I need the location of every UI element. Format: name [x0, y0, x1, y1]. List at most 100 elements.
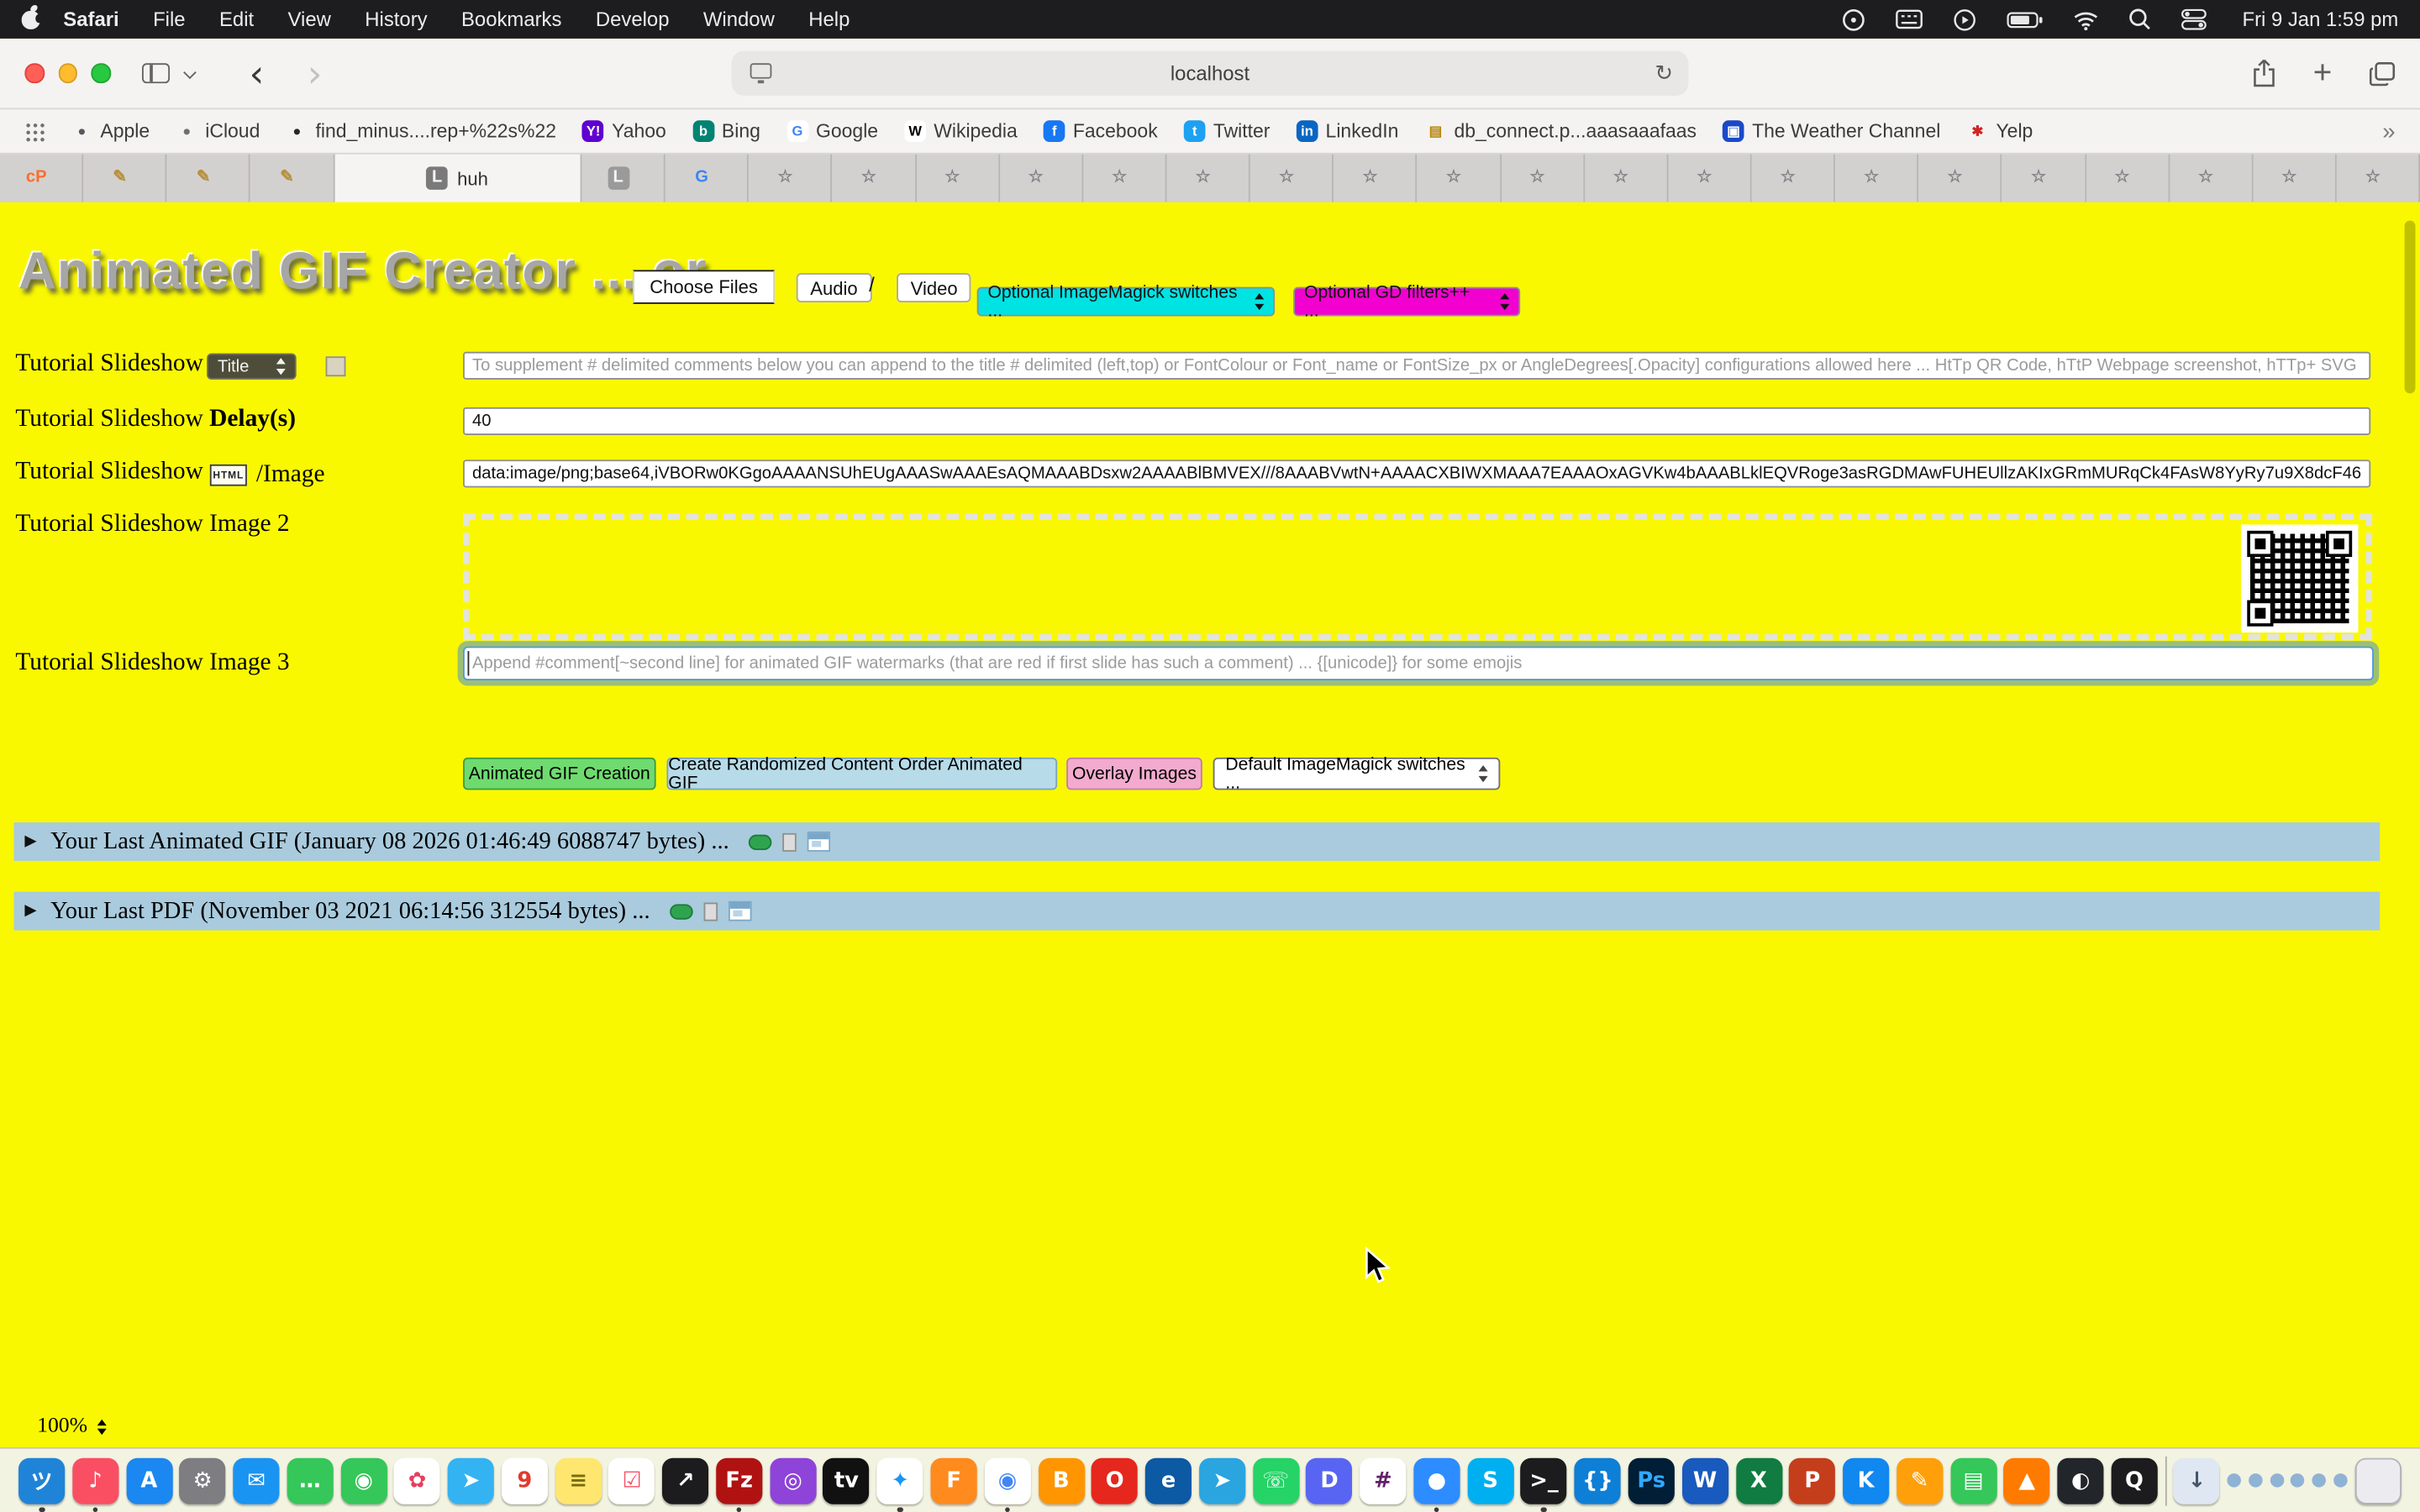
spotlight-icon[interactable] [2128, 8, 2152, 31]
dock-vlc[interactable]: ▲ [2004, 1457, 2050, 1504]
randomized-gif-button[interactable]: Create Randomized Content Order Animated… [666, 758, 1057, 790]
reload-icon[interactable]: ↻ [1655, 61, 1673, 86]
favorite-google[interactable]: G Google [786, 120, 878, 142]
dock-skype[interactable]: S [1467, 1457, 1513, 1504]
tab-blank[interactable]: ☆ [1166, 155, 1249, 202]
colour-well-button[interactable] [326, 356, 346, 376]
overlay-images-button[interactable]: Overlay Images [1066, 758, 1202, 790]
dock-powerpoint[interactable]: P [1789, 1457, 1835, 1504]
menu-view[interactable]: View [271, 8, 348, 31]
back-button[interactable]: ‹ [228, 58, 286, 89]
tab-editor[interactable]: ✎ [167, 155, 250, 202]
dock-messages[interactable]: … [287, 1457, 333, 1504]
address-bar[interactable]: localhost ↻ [732, 51, 1689, 96]
tab-blank[interactable]: ☆ [1334, 155, 1417, 202]
video-button[interactable]: Video [897, 273, 971, 302]
tab-blank[interactable]: ☆ [1668, 155, 1751, 202]
delay-input[interactable] [463, 407, 2370, 435]
favorite-wikipedia[interactable]: W Wikipedia [904, 120, 1017, 142]
vertical-scrollbar[interactable] [2405, 221, 2416, 394]
tab-blank[interactable]: ☆ [2170, 155, 2253, 202]
close-window-button[interactable] [24, 64, 44, 83]
dock-maps[interactable]: ➤ [448, 1457, 494, 1504]
dock-slack[interactable]: # [1360, 1457, 1406, 1504]
sidebar-toggle-icon[interactable] [141, 63, 169, 83]
favorite-db-connect[interactable]: ▤ db_connect.p...aaasaaafaas [1425, 120, 1697, 142]
menu-bookmarks[interactable]: Bookmarks [445, 8, 579, 31]
favorite-weather-channel[interactable]: ▣ The Weather Channel [1723, 120, 1940, 142]
dock-notes[interactable]: ≡ [555, 1457, 602, 1504]
image3-comment-input[interactable] [463, 647, 2374, 680]
menu-bar-clock[interactable]: Fri 9 Jan 1:59 pm [2242, 8, 2398, 31]
dock-filezilla[interactable]: Fz [716, 1457, 762, 1504]
dock-telegram[interactable]: ➤ [1199, 1457, 1245, 1504]
tab-blank[interactable]: ☆ [1752, 155, 1835, 202]
page-zoom-select[interactable]: 100% [37, 1415, 106, 1439]
battery-icon[interactable] [2006, 10, 2043, 29]
dock-chrome[interactable]: ◉ [984, 1457, 1030, 1504]
dock-obs[interactable]: ◐ [2058, 1457, 2104, 1504]
tab-blank[interactable]: ☆ [833, 155, 916, 202]
dock-facetime[interactable]: ◉ [340, 1457, 387, 1504]
share-icon[interactable] [2251, 59, 2275, 88]
small-file-icon[interactable] [783, 832, 797, 851]
last-pdf-accordion[interactable]: ▶ Your Last PDF (November 03 2021 06:14:… [14, 892, 2381, 931]
tab-blank[interactable]: ☆ [1835, 155, 1918, 202]
dock-excel[interactable]: X [1735, 1457, 1781, 1504]
favorite-bing[interactable]: b Bing [692, 120, 760, 142]
dock-vscode[interactable]: {} [1575, 1457, 1621, 1504]
tab-blank[interactable]: ☆ [1501, 155, 1584, 202]
dock-quicktime[interactable]: Q [2111, 1457, 2157, 1504]
menu-window[interactable]: Window [687, 8, 792, 31]
tab-blank[interactable]: ☆ [2002, 155, 2086, 202]
title-select[interactable]: Title [207, 354, 297, 380]
now-playing-icon[interactable] [1952, 7, 1976, 31]
new-tab-button[interactable]: + [2313, 60, 2333, 87]
dock-photoshop[interactable]: Ps [1628, 1457, 1675, 1504]
status-badge-icon[interactable] [1841, 7, 1865, 31]
menu-help[interactable]: Help [792, 8, 867, 31]
dock-window-dot[interactable] [2270, 1473, 2284, 1488]
favorite-facebook[interactable]: f Facebook [1044, 120, 1158, 142]
image-data-uri-input[interactable] [463, 459, 2370, 487]
dock-mail[interactable]: ✉ [233, 1457, 279, 1504]
dock-finder[interactable]: ツ [18, 1457, 65, 1504]
audio-button[interactable]: Audio [797, 273, 871, 302]
tab-blank[interactable]: ☆ [1083, 155, 1166, 202]
tab-cpanel[interactable]: cP [0, 155, 83, 202]
favorite-twitter[interactable]: t Twitter [1184, 120, 1270, 142]
dock-window-dot[interactable] [2228, 1473, 2242, 1488]
tab-blank[interactable]: ☆ [1585, 155, 1668, 202]
menu-file[interactable]: File [136, 8, 203, 31]
dock-settings[interactable]: ⚙ [180, 1457, 226, 1504]
tab-l[interactable]: L [581, 155, 665, 202]
dock-window-dot[interactable] [2249, 1473, 2263, 1488]
favorite-apple[interactable]: ● Apple [71, 120, 150, 142]
thumbnail-icon[interactable] [729, 901, 752, 921]
dock-numbers[interactable]: ▤ [1950, 1457, 1996, 1504]
dock-window-dot[interactable] [2291, 1473, 2306, 1488]
tab-blank[interactable]: ☆ [1418, 155, 1501, 202]
favorite-find-minus[interactable]: ● find_minus....rep+%22s%22 [287, 120, 556, 142]
disclosure-triangle-icon[interactable]: ▶ [24, 902, 36, 919]
dock-discord[interactable]: D [1307, 1457, 1353, 1504]
favorite-icloud[interactable]: ● iCloud [176, 120, 260, 142]
fullscreen-window-button[interactable] [91, 64, 110, 83]
favorites-grid-icon[interactable] [24, 121, 45, 141]
tab-huh[interactable]: L huh [334, 155, 582, 202]
dock-stocks[interactable]: ↗ [662, 1457, 708, 1504]
dock-books[interactable]: B [1038, 1457, 1084, 1504]
dock-keynote[interactable]: K [1843, 1457, 1889, 1504]
image2-dropzone[interactable] [463, 514, 2372, 641]
dock-window-dot[interactable] [2312, 1473, 2327, 1488]
tab-blank[interactable]: ☆ [2337, 155, 2420, 202]
html-chip[interactable]: HTML [210, 465, 247, 486]
menu-history[interactable]: History [348, 8, 445, 31]
disclosure-triangle-icon[interactable]: ▶ [24, 833, 36, 850]
dock-podcasts[interactable]: ◎ [770, 1457, 816, 1504]
dock-firefox[interactable]: F [931, 1457, 977, 1504]
dock-photos[interactable]: ✿ [394, 1457, 440, 1504]
choose-files-button[interactable]: Choose Files [633, 270, 775, 303]
tab-blank[interactable]: ☆ [749, 155, 832, 202]
tab-editor[interactable]: ✎ [250, 155, 334, 202]
